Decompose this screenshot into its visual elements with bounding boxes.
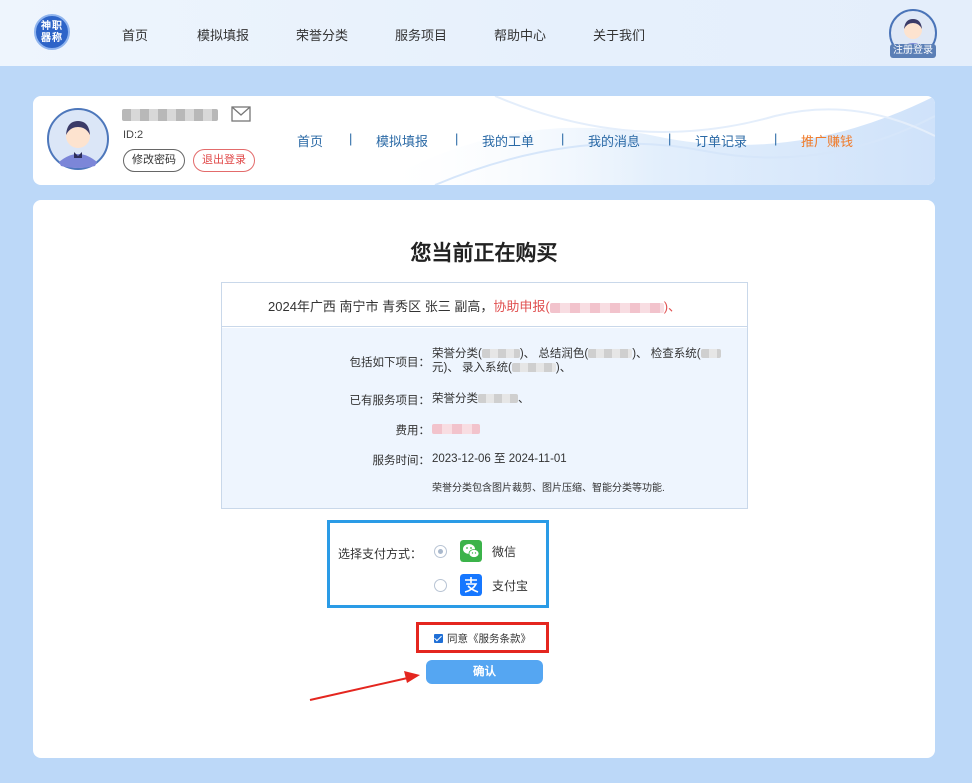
items-value: 荣誉分类( )、 总结润色( )、 检查系统( 元)、 录入系统( )、 [432,347,732,375]
period-value: 2023-12-06 至 2024-11-01 [432,453,567,465]
user-nav-orders[interactable]: 订单记录 [695,131,747,150]
existing-text: 荣誉分类 [432,393,478,405]
nav-separator: | [561,131,565,146]
item-text: 元)、 录入系统( [432,362,512,374]
site-logo[interactable]: 神职器称 [34,14,70,50]
agree-checkbox[interactable] [434,634,443,643]
top-nav-home[interactable]: 首页 [122,25,148,44]
alipay-label[interactable]: 支付宝 [492,577,528,594]
masked-value [432,423,480,434]
item-text: 荣誉分类( [432,348,482,360]
fee-label: 费用： [395,425,431,437]
user-nav-messages[interactable]: 我的消息 [588,131,640,150]
payment-method-box: 选择支付方式： 微信 支付宝 [327,520,549,608]
masked-value [511,363,556,373]
logout-button[interactable]: 退出登录 [193,149,255,172]
top-nav-services[interactable]: 服务项目 [395,25,447,44]
user-nav-home[interactable]: 首页 [297,131,323,150]
order-summary: 2024年广西 南宁市 青秀区 张三 副高，协助申报( )、 包括如下项目： 荣誉… [221,282,748,509]
masked-value [481,349,520,359]
wechat-icon [460,540,482,562]
item-text: )、 总结润色( [519,348,589,360]
masked-value [478,394,518,404]
service-note: 荣誉分类包含图片裁剪、图片压缩、智能分类等功能. [432,483,665,494]
user-nav-promote[interactable]: 推广赚钱 [801,131,853,150]
alipay-icon [460,574,482,596]
masked-value [700,349,721,359]
order-header: 2024年广西 南宁市 青秀区 张三 副高，协助申报( )、 [222,283,747,327]
mail-icon[interactable] [231,106,251,122]
agree-box: 同意《服务条款》 [416,622,549,653]
nav-separator: | [668,131,672,146]
masked-value [549,302,664,313]
confirm-button[interactable]: 确认 [426,660,543,684]
user-id: ID:2 [123,129,144,141]
period-label: 服务时间： [372,455,431,467]
order-details: 包括如下项目： 荣誉分类( )、 总结润色( )、 检查系统( 元)、 录入系统( )、… [222,328,747,508]
user-avatar[interactable] [47,108,109,170]
fee-value [432,422,732,436]
user-card: ID:2 修改密码 退出登录 首页 | 模拟填报 | 我的工单 | 我的消息 |… [33,96,935,185]
user-nav-tickets[interactable]: 我的工单 [482,131,534,150]
items-label: 包括如下项目： [349,357,431,369]
nav-separator: | [455,131,459,146]
top-nav-about[interactable]: 关于我们 [593,25,645,44]
top-nav-help[interactable]: 帮助中心 [494,25,546,44]
nav-separator: | [349,131,353,146]
nav-separator: | [774,131,778,146]
order-header-highlight: 协助申报( [493,299,550,314]
user-nav-simulate[interactable]: 模拟填报 [376,131,428,150]
change-password-button[interactable]: 修改密码 [123,149,185,172]
main-panel: 您当前正在购买 2024年广西 南宁市 青秀区 张三 副高，协助申报( )、 包括… [33,200,935,758]
payment-label: 选择支付方式： [338,547,423,561]
top-nav-honor[interactable]: 荣誉分类 [296,25,348,44]
existing-label: 已有服务项目： [349,395,431,407]
item-text: )、 检查系统( [632,348,701,360]
masked-value [588,349,633,359]
agree-terms-label[interactable]: 同意《服务条款》 [447,631,531,646]
register-login-button[interactable]: 注册登录 [890,44,936,58]
existing-suffix: 、 [518,393,530,405]
order-header-text: 2024年广西 南宁市 青秀区 张三 副高， [268,299,494,314]
wechat-label[interactable]: 微信 [492,543,516,560]
alipay-radio[interactable] [434,579,447,592]
page-title: 您当前正在购买 [410,242,558,265]
existing-value: 荣誉分类 、 [432,392,732,406]
username-masked [122,109,218,121]
wechat-radio[interactable] [434,545,447,558]
order-header-suffix: )、 [663,299,682,314]
item-text: )、 [555,362,572,374]
top-nav-simulate[interactable]: 模拟填报 [197,25,249,44]
top-bar: 神职器称 首页 模拟填报 荣誉分类 服务项目 帮助中心 关于我们 注册登录 [0,0,972,66]
